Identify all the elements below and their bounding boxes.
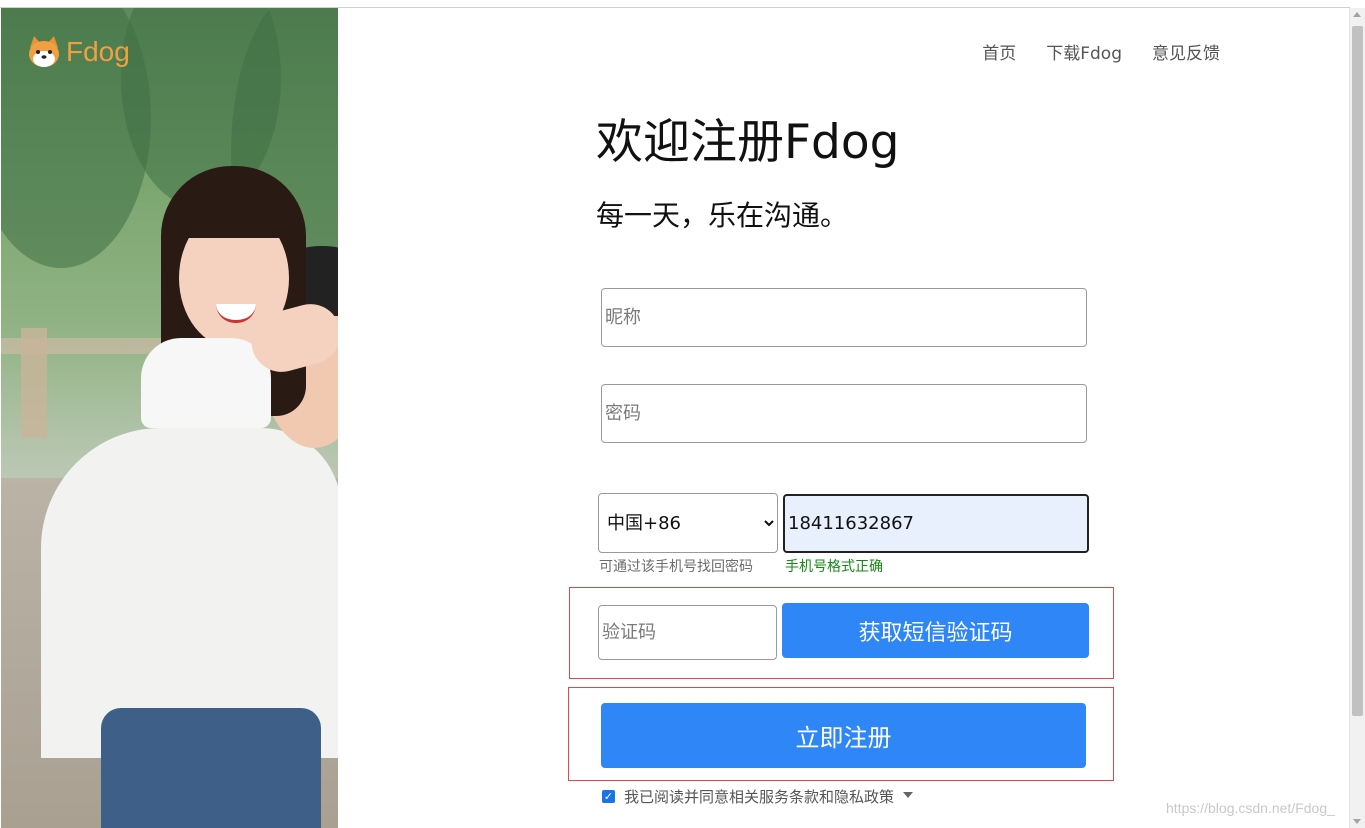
top-nav: 首页 下载Fdog 意见反馈 [952, 39, 1220, 64]
page-subtitle: 每一天，乐在沟通。 [596, 199, 849, 232]
agreement-text[interactable]: 我已阅读并同意相关服务条款和隐私政策 [624, 786, 894, 807]
nav-home-link[interactable]: 首页 [982, 39, 1016, 64]
scroll-thumb[interactable] [1352, 26, 1363, 716]
country-code-select[interactable]: 中国+86 [598, 493, 778, 553]
scroll-up-icon[interactable] [1353, 12, 1361, 17]
brand-name: Fdog [66, 36, 130, 67]
watermark: https://blog.csdn.net/Fdog_ [1166, 800, 1335, 816]
password-input[interactable] [601, 384, 1087, 443]
nav-download-link[interactable]: 下载Fdog [1046, 39, 1122, 64]
brand-logo[interactable]: Fdog [26, 34, 130, 70]
get-sms-code-button[interactable]: 获取短信验证码 [782, 603, 1089, 658]
caret-down-icon[interactable] [903, 791, 914, 798]
nickname-input[interactable] [601, 288, 1087, 347]
scroll-down-icon[interactable] [1353, 819, 1361, 824]
phone-hint: 可通过该手机号找回密码 [599, 559, 753, 575]
agreement-row: ✓ 我已阅读并同意相关服务条款和隐私政策 [602, 786, 914, 807]
nav-feedback-link[interactable]: 意见反馈 [1152, 39, 1220, 64]
register-button[interactable]: 立即注册 [601, 703, 1086, 768]
vertical-scrollbar[interactable] [1349, 8, 1365, 828]
phone-input[interactable] [783, 494, 1089, 553]
hero-photo [1, 8, 338, 828]
verification-code-input[interactable] [598, 605, 777, 660]
shiba-dog-icon [26, 34, 62, 70]
agree-checkbox[interactable]: ✓ [602, 790, 615, 803]
browser-top-line [0, 0, 1350, 8]
page-title: 欢迎注册Fdog [596, 115, 900, 170]
phone-valid-message: 手机号格式正确 [785, 559, 883, 575]
